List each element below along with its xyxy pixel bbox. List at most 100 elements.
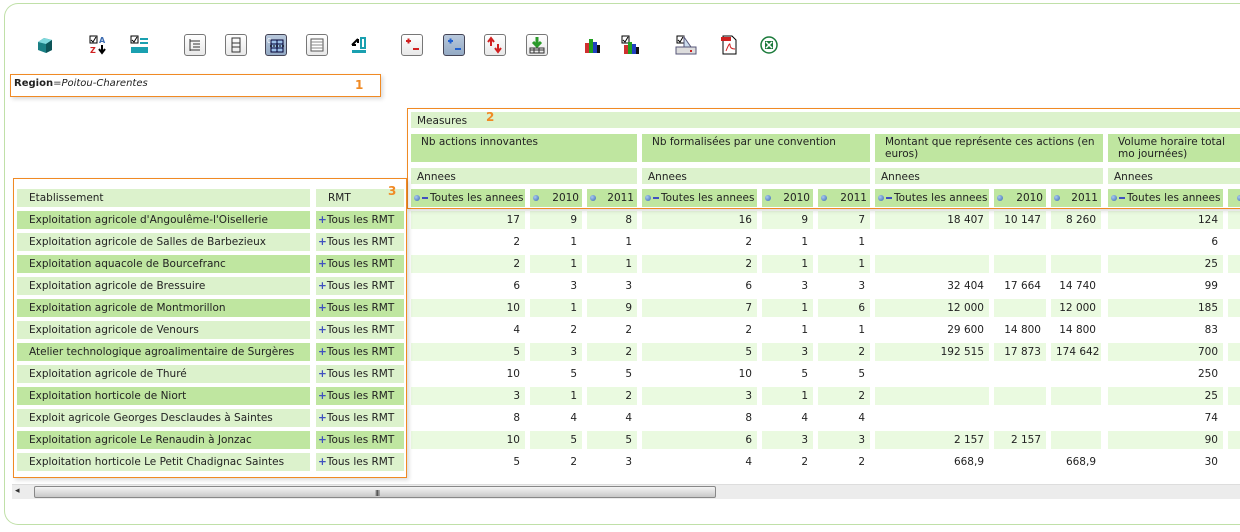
pdf-button[interactable] bbox=[718, 34, 740, 56]
data-cell: 3 bbox=[625, 280, 632, 292]
toolbar: AZ 0 bbox=[0, 32, 1240, 60]
data-cell: 3 bbox=[762, 431, 813, 449]
data-cell bbox=[1228, 321, 1240, 339]
data-cell: 10 bbox=[411, 299, 525, 317]
drill-through-icon bbox=[528, 36, 546, 54]
data-cell: 17 bbox=[411, 211, 525, 229]
data-cell: 5 bbox=[570, 368, 577, 380]
data-cell bbox=[1228, 343, 1240, 361]
data-cell: 5 bbox=[513, 456, 520, 468]
expand-all-button[interactable] bbox=[401, 34, 423, 56]
column-icon bbox=[228, 37, 244, 53]
data-cell: 17 873 bbox=[994, 343, 1046, 361]
data-cell: 4 bbox=[513, 324, 520, 336]
chart-config-button[interactable] bbox=[620, 34, 642, 56]
data-cell: 9 bbox=[530, 211, 582, 229]
swap-axes-icon bbox=[349, 35, 369, 55]
data-cell: 5 bbox=[530, 431, 582, 449]
data-cell: 17 664 bbox=[1004, 280, 1041, 292]
checklist-button[interactable] bbox=[129, 34, 151, 56]
excel-button[interactable] bbox=[758, 34, 780, 56]
chart-config-icon bbox=[621, 35, 641, 55]
table-button[interactable] bbox=[306, 34, 328, 56]
data-cell: 124 bbox=[1108, 211, 1223, 229]
data-cell: 4 bbox=[745, 456, 752, 468]
rows-box bbox=[13, 178, 407, 478]
data-cell: 3 bbox=[762, 343, 813, 361]
data-cell bbox=[994, 233, 1046, 251]
excel-icon bbox=[759, 35, 779, 55]
marker-1: 1 bbox=[355, 78, 364, 92]
data-cell: 14 800 bbox=[1059, 324, 1096, 336]
data-cell: 6 bbox=[745, 280, 752, 292]
data-cell: 2 bbox=[625, 324, 632, 336]
data-cell: 7 bbox=[642, 299, 757, 317]
data-cell: 4 bbox=[570, 412, 577, 424]
data-cell: 3 bbox=[530, 343, 582, 361]
zero-suppress-button[interactable]: 0 bbox=[265, 34, 287, 56]
data-cell: 4 bbox=[858, 412, 865, 424]
scroll-grip: III bbox=[375, 489, 380, 498]
data-cell: 174 642 bbox=[1051, 343, 1101, 361]
data-cell: 9 bbox=[762, 211, 813, 229]
hierarchy-button[interactable] bbox=[184, 34, 206, 56]
scroll-left-arrow-icon[interactable]: ◂ bbox=[15, 486, 20, 496]
sort-az-button[interactable]: AZ bbox=[88, 34, 110, 56]
data-cell bbox=[1228, 255, 1240, 273]
data-cell: 1 bbox=[530, 299, 582, 317]
data-cell: 1 bbox=[762, 299, 813, 317]
cube-button[interactable] bbox=[34, 34, 56, 56]
filter-label: Region bbox=[14, 78, 54, 89]
data-cell: 5 bbox=[625, 368, 632, 380]
filter-slicer[interactable]: Region=Poitou-Charentes bbox=[14, 78, 148, 89]
data-cell: 5 bbox=[858, 368, 865, 380]
data-cell: 6 bbox=[818, 299, 870, 317]
data-cell: 2 bbox=[858, 456, 865, 468]
drill-through-button[interactable] bbox=[526, 34, 548, 56]
data-cell: 8 bbox=[745, 412, 752, 424]
scrollbar-thumb[interactable]: III bbox=[34, 486, 716, 498]
data-cell bbox=[875, 365, 989, 383]
hierarchy-icon bbox=[187, 37, 203, 53]
data-cell: 30 bbox=[1204, 456, 1218, 468]
data-cell: 29 600 bbox=[947, 324, 984, 336]
data-cell: 2 bbox=[587, 387, 637, 405]
data-cell: 2 157 bbox=[994, 431, 1046, 449]
data-cell bbox=[1051, 409, 1101, 427]
print-button[interactable] bbox=[675, 34, 697, 56]
data-cell bbox=[994, 365, 1046, 383]
data-cell: 3 bbox=[801, 280, 808, 292]
data-cell bbox=[1051, 255, 1101, 273]
data-cell bbox=[1228, 211, 1240, 229]
sort-updown-button[interactable] bbox=[484, 34, 506, 56]
data-cell bbox=[1228, 233, 1240, 251]
data-cell bbox=[1228, 277, 1240, 295]
chart-button[interactable] bbox=[581, 34, 603, 56]
data-cell: 1 bbox=[801, 324, 808, 336]
collapse-all-button[interactable] bbox=[443, 34, 465, 56]
data-cell: 74 bbox=[1204, 412, 1218, 424]
data-cell: 2 bbox=[411, 255, 525, 273]
data-cell: 10 bbox=[738, 368, 752, 380]
data-cell: 8 260 bbox=[1051, 211, 1101, 229]
swap-axes-button[interactable] bbox=[348, 34, 370, 56]
data-cell: 10 bbox=[506, 368, 520, 380]
column-button[interactable] bbox=[225, 34, 247, 56]
data-cell bbox=[1228, 365, 1240, 383]
chart-icon bbox=[583, 36, 601, 54]
data-cell bbox=[994, 299, 1046, 317]
svg-text:A: A bbox=[99, 36, 106, 45]
checklist-icon bbox=[130, 35, 150, 55]
horizontal-scrollbar[interactable]: ◂ III bbox=[12, 484, 1240, 499]
data-cell: 668,9 bbox=[953, 456, 984, 468]
data-cell: 1 bbox=[570, 236, 577, 248]
data-cell: 700 bbox=[1108, 343, 1223, 361]
data-cell: 6 bbox=[642, 431, 757, 449]
data-cell: 2 157 bbox=[875, 431, 989, 449]
data-cell: 1 bbox=[762, 255, 813, 273]
data-cell: 2 bbox=[818, 343, 870, 361]
data-cell: 6 bbox=[513, 280, 520, 292]
data-cell: 2 bbox=[513, 236, 520, 248]
marker-2: 2 bbox=[486, 110, 495, 124]
data-cell bbox=[875, 255, 989, 273]
